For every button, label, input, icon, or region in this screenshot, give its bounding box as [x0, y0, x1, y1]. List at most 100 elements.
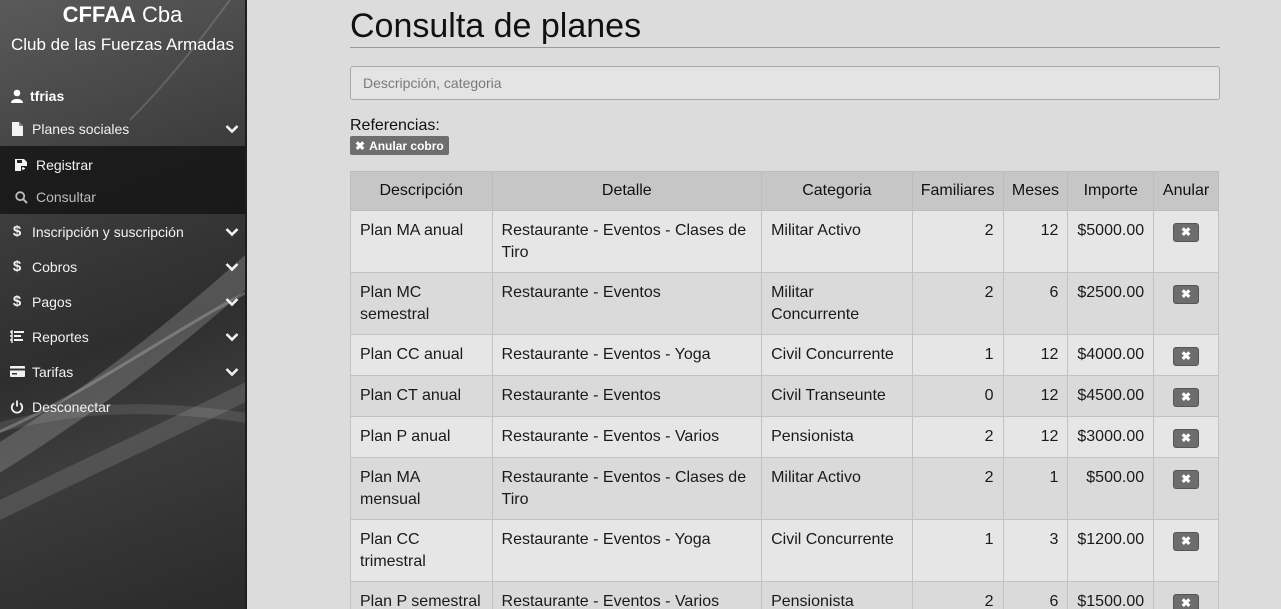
table-row[interactable]: Plan MA mensual Restaurante - Eventos - … [350, 457, 1219, 520]
chevron-down-icon [225, 259, 239, 275]
user-icon [11, 89, 23, 103]
table-row[interactable]: Plan MC semestral Restaurante - Eventos … [350, 272, 1219, 335]
column-header-detalle[interactable]: Detalle [491, 171, 763, 211]
brand-title-bold: CFFAA [62, 2, 136, 27]
list-icon [9, 330, 25, 343]
sidebar-item-desconectar[interactable]: Desconectar [0, 389, 245, 424]
anular-button[interactable]: ✖ [1173, 222, 1200, 242]
column-header-familiares[interactable]: Familiares [911, 171, 1004, 211]
sidebar-item-reportes[interactable]: Reportes [0, 319, 245, 354]
brand-title-rest: Cba [135, 2, 183, 27]
dollar-icon: $ [12, 258, 22, 275]
file-icon [9, 121, 25, 136]
anular-button[interactable]: ✖ [1173, 469, 1200, 489]
user-name[interactable]: tfrias [0, 86, 245, 106]
cell-descripcion: Plan CC trimestral [350, 519, 493, 582]
card-icon [9, 366, 25, 377]
column-header-descripcion[interactable]: Descripción [350, 171, 493, 211]
cell-categoria: Pensionista [761, 416, 913, 458]
cell-familiares: 2 [911, 416, 1004, 458]
table-row[interactable]: Plan CC anual Restaurante - Eventos - Yo… [350, 334, 1219, 376]
submenu-item-label: Registrar [36, 157, 93, 173]
cell-meses: 1 [1002, 457, 1069, 520]
plans-table: Descripción Detalle Categoria Familiares… [350, 171, 1219, 609]
close-icon: ✖ [1181, 287, 1192, 301]
cell-descripcion: Plan CC anual [350, 334, 493, 376]
sidebar-item-label: Planes sociales [32, 120, 130, 137]
cell-anular: ✖ [1153, 375, 1219, 417]
table-row[interactable]: Plan CC trimestral Restaurante - Eventos… [350, 519, 1219, 582]
close-icon: ✖ [1181, 349, 1192, 363]
sidebar-item-label: Reportes [32, 328, 89, 345]
close-icon: ✖ [1181, 472, 1192, 486]
cell-familiares: 0 [911, 375, 1004, 417]
cell-anular: ✖ [1153, 334, 1219, 376]
table-row[interactable]: Plan MA anual Restaurante - Eventos - Cl… [350, 210, 1219, 273]
anular-button[interactable]: ✖ [1173, 428, 1200, 448]
close-icon: ✖ [1181, 596, 1192, 609]
cell-anular: ✖ [1153, 210, 1219, 273]
sidebar-item-tarifas[interactable]: Tarifas [0, 354, 245, 389]
title-divider [350, 47, 1220, 48]
cell-detalle: Restaurante - Eventos - Yoga [491, 519, 763, 582]
column-header-categoria[interactable]: Categoria [761, 171, 913, 211]
legend-badge-anular-cobro: ✖ Anular cobro [350, 136, 449, 155]
cell-meses: 12 [1002, 375, 1069, 417]
chevron-down-icon [225, 294, 239, 310]
cell-meses: 6 [1002, 272, 1069, 335]
sidebar-item-planes-sociales[interactable]: Planes sociales [0, 111, 245, 146]
cell-anular: ✖ [1153, 519, 1219, 582]
cell-importe: $1500.00 [1067, 581, 1155, 609]
close-icon: ✖ [1181, 225, 1192, 239]
column-header-meses[interactable]: Meses [1002, 171, 1069, 211]
cell-anular: ✖ [1153, 416, 1219, 458]
sidebar-item-label: Tarifas [32, 363, 74, 380]
cell-descripcion: Plan P semestral [350, 581, 493, 609]
cell-categoria: Pensionista [761, 581, 913, 609]
column-header-importe[interactable]: Importe [1067, 171, 1155, 211]
close-icon: ✖ [1181, 431, 1192, 445]
sidebar-nav: Planes sociales Registrar Consultar $ In… [0, 111, 245, 424]
legend-badge-label: Anular cobro [369, 138, 444, 153]
cell-familiares: 2 [911, 581, 1004, 609]
submenu-item-registrar[interactable]: Registrar [0, 149, 245, 181]
cell-categoria: Militar Activo [761, 457, 913, 520]
cell-descripcion: Plan MA mensual [350, 457, 493, 520]
anular-button[interactable]: ✖ [1173, 284, 1200, 304]
sidebar-item-cobros[interactable]: $ Cobros [0, 249, 245, 284]
submenu-item-consultar[interactable]: Consultar [0, 181, 245, 213]
chevron-down-icon [225, 121, 239, 137]
close-icon: ✖ [1181, 534, 1192, 548]
cell-importe: $500.00 [1067, 457, 1155, 520]
search-input[interactable] [350, 66, 1220, 100]
table-row[interactable]: Plan CT anual Restaurante - Eventos Civi… [350, 375, 1219, 417]
table-row[interactable]: Plan P anual Restaurante - Eventos - Var… [350, 416, 1219, 458]
cell-anular: ✖ [1153, 272, 1219, 335]
close-icon: ✖ [1181, 390, 1192, 404]
sidebar-item-pagos[interactable]: $ Pagos [0, 284, 245, 319]
cell-familiares: 2 [911, 210, 1004, 273]
anular-button[interactable]: ✖ [1173, 346, 1200, 366]
anular-button[interactable]: ✖ [1173, 531, 1200, 551]
sidebar-item-label: Inscripción y suscripción [32, 223, 184, 240]
dollar-icon: $ [12, 293, 22, 310]
sidebar-item-label: Cobros [32, 258, 78, 275]
cell-detalle: Restaurante - Eventos [491, 375, 763, 417]
cell-importe: $2500.00 [1067, 272, 1155, 335]
page-title: Consulta de planes [350, 7, 642, 45]
cell-detalle: Restaurante - Eventos - Yoga [491, 334, 763, 376]
cell-descripcion: Plan MC semestral [350, 272, 493, 335]
cell-importe: $5000.00 [1067, 210, 1155, 273]
sidebar-item-inscripcion[interactable]: $ Inscripción y suscripción [0, 214, 245, 249]
brand-subtitle: Club de las Fuerzas Armadas [11, 35, 234, 54]
cell-detalle: Restaurante - Eventos - Clases de Tiro [491, 457, 763, 520]
search-icon [13, 190, 29, 204]
table-row[interactable]: Plan P semestral Restaurante - Eventos -… [350, 581, 1219, 609]
cell-importe: $3000.00 [1067, 416, 1155, 458]
submenu-planes-sociales: Registrar Consultar [0, 146, 245, 214]
anular-button[interactable]: ✖ [1173, 593, 1200, 609]
cell-meses: 6 [1002, 581, 1069, 609]
anular-button[interactable]: ✖ [1173, 387, 1200, 407]
table-header-row: Descripción Detalle Categoria Familiares… [350, 171, 1219, 211]
cell-categoria: Civil Transeunte [761, 375, 913, 417]
